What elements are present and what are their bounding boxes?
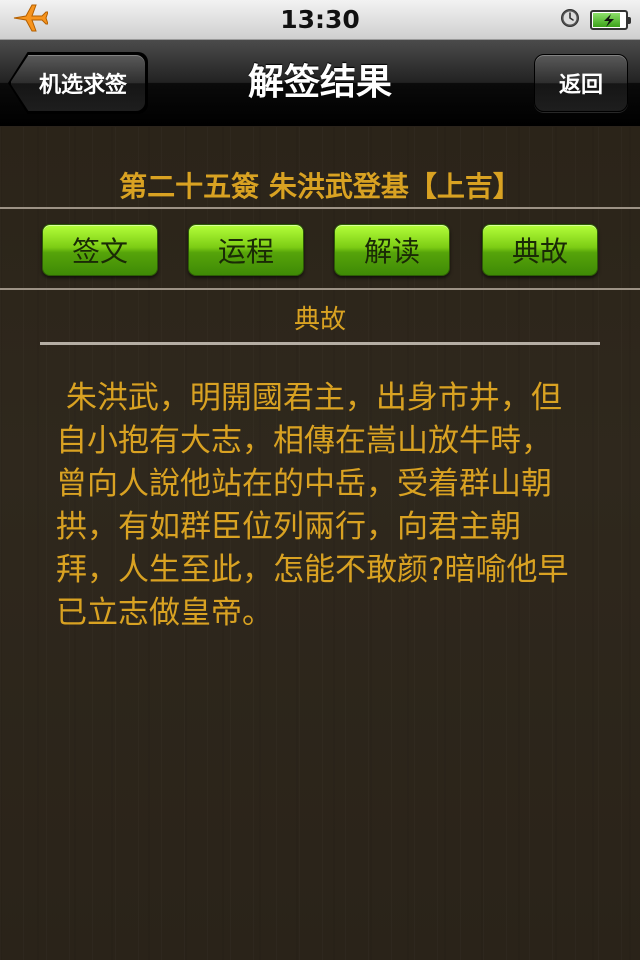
section-divider xyxy=(40,342,600,345)
story-text: 朱洪武，明開國君主，出身市井，但自小抱有大志，相傳在嵩山放牛時，曾向人說他站在的… xyxy=(56,380,569,631)
return-button[interactable]: 返回 xyxy=(534,54,628,112)
fortune-title: 第二十五簽 朱洪武登基【上吉】 xyxy=(119,170,521,203)
section-title: 典故 xyxy=(293,305,346,335)
divider xyxy=(0,207,640,209)
divider xyxy=(0,288,640,290)
app-screen: 13:30 机选求签 解签结果 返回 第二十五簽 朱洪武登基【上吉】 签文 运程… xyxy=(0,0,640,960)
content-area: 第二十五簽 朱洪武登基【上吉】 签文 运程 解读 典故 典故 朱洪武，明開國君主… xyxy=(0,127,640,960)
status-time: 13:30 xyxy=(280,5,360,34)
tab-fortune[interactable]: 运程 xyxy=(188,224,304,276)
navigation-bar: 机选求签 解签结果 返回 xyxy=(0,40,640,126)
tab-bar: 签文 运程 解读 典故 xyxy=(0,224,640,276)
tab-allusion[interactable]: 典故 xyxy=(482,224,598,276)
tab-interpretation[interactable]: 解读 xyxy=(334,224,450,276)
tab-verse[interactable]: 签文 xyxy=(42,224,158,276)
